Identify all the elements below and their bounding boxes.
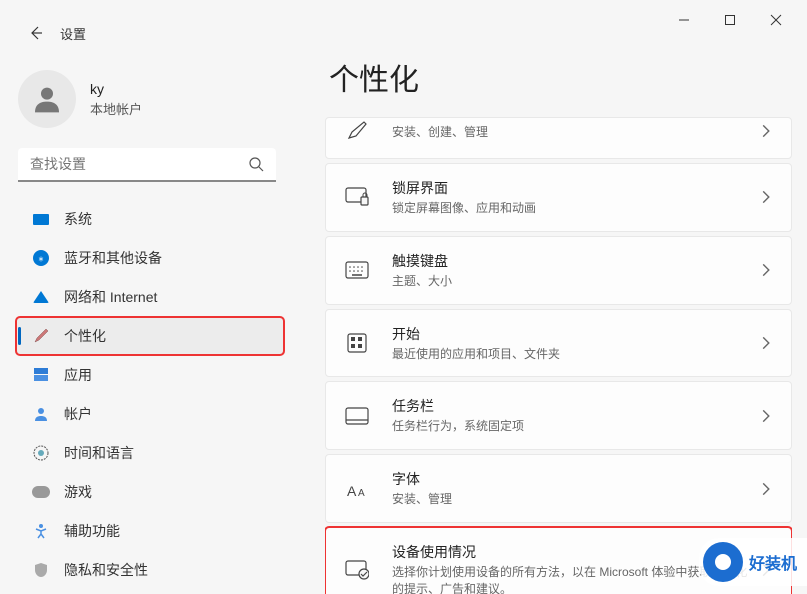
watermark-text: 好装机 (749, 550, 797, 574)
close-button[interactable] (753, 4, 799, 36)
taskbar-icon (344, 403, 370, 429)
start-icon (344, 330, 370, 356)
avatar (18, 70, 76, 128)
user-icon (32, 405, 50, 423)
apps-icon (32, 366, 50, 384)
card-taskbar[interactable]: 任务栏 任务栏行为，系统固定项 (325, 381, 792, 450)
card-fonts[interactable]: AA 字体 安装、管理 (325, 454, 792, 523)
card-desc: 主题、大小 (392, 273, 759, 290)
header: 设置 (0, 18, 86, 48)
watermark-badge (703, 542, 743, 582)
sidebar-item-time-language[interactable]: 时间和语言 (16, 434, 284, 472)
gamepad-icon (32, 483, 50, 501)
sidebar: ky 本地帐户 系统 ⁎ 蓝牙和其他设备 网络和 Internet 个性化 (10, 60, 290, 590)
card-desc: 任务栏行为，系统固定项 (392, 418, 759, 435)
card-start[interactable]: 开始 最近使用的应用和项目、文件夹 (325, 309, 792, 378)
maximize-button[interactable] (707, 4, 753, 36)
settings-cards: 安装、创建、管理 锁屏界面 锁定屏幕图像、应用和动画 触摸键盘 (325, 117, 792, 594)
card-title: 开始 (392, 324, 759, 344)
minimize-button[interactable] (661, 4, 707, 36)
sidebar-item-label: 帐户 (64, 404, 92, 424)
sidebar-item-gaming[interactable]: 游戏 (16, 473, 284, 511)
chevron-right-icon (759, 124, 773, 138)
sidebar-item-label: 辅助功能 (64, 521, 120, 541)
card-lockscreen[interactable]: 锁屏界面 锁定屏幕图像、应用和动画 (325, 163, 792, 232)
watermark: 好装机 (699, 538, 807, 586)
device-usage-icon (344, 557, 370, 583)
chevron-right-icon (759, 336, 773, 350)
search-box (18, 148, 276, 182)
sidebar-item-label: 网络和 Internet (64, 287, 157, 307)
chevron-right-icon (759, 409, 773, 423)
user-type: 本地帐户 (90, 99, 142, 118)
sidebar-item-label: 蓝牙和其他设备 (64, 248, 162, 268)
themes-icon (344, 118, 370, 144)
brush-icon (32, 327, 50, 345)
sidebar-item-personalization[interactable]: 个性化 (16, 317, 284, 355)
sidebar-item-label: 应用 (64, 365, 92, 385)
svg-text:A: A (358, 488, 365, 499)
clock-icon (32, 444, 50, 462)
svg-text:A: A (347, 483, 357, 499)
card-desc: 安装、创建、管理 (392, 124, 759, 141)
card-title: 触摸键盘 (392, 251, 759, 271)
sidebar-item-label: 系统 (64, 209, 92, 229)
search-icon (248, 156, 264, 172)
card-title: 锁屏界面 (392, 178, 759, 198)
card-desc: 锁定屏幕图像、应用和动画 (392, 200, 759, 217)
sidebar-item-label: 时间和语言 (64, 443, 134, 463)
nav-list: 系统 ⁎ 蓝牙和其他设备 网络和 Internet 个性化 应用 帐户 (10, 200, 290, 589)
fonts-icon: AA (344, 476, 370, 502)
system-icon (32, 210, 50, 228)
card-title: 任务栏 (392, 396, 759, 416)
user-section[interactable]: ky 本地帐户 (10, 60, 290, 148)
sidebar-item-bluetooth[interactable]: ⁎ 蓝牙和其他设备 (16, 239, 284, 277)
sidebar-item-accessibility[interactable]: 辅助功能 (16, 512, 284, 550)
card-title: 字体 (392, 469, 759, 489)
lockscreen-icon (344, 184, 370, 210)
sidebar-item-label: 隐私和安全性 (64, 560, 148, 580)
shield-icon (32, 561, 50, 579)
sidebar-item-apps[interactable]: 应用 (16, 356, 284, 394)
sidebar-item-accounts[interactable]: 帐户 (16, 395, 284, 433)
page-title: 个性化 (329, 55, 792, 99)
back-button[interactable] (18, 15, 54, 51)
card-desc: 安装、管理 (392, 491, 759, 508)
chevron-right-icon (759, 190, 773, 204)
titlebar (0, 0, 807, 40)
sidebar-item-privacy[interactable]: 隐私和安全性 (16, 551, 284, 589)
main-content: 个性化 安装、创建、管理 锁屏界面 锁定屏幕图像、应用和动画 (325, 55, 792, 594)
search-input[interactable] (18, 148, 276, 182)
chevron-right-icon (759, 482, 773, 496)
card-desc: 最近使用的应用和项目、文件夹 (392, 346, 759, 363)
keyboard-icon (344, 257, 370, 283)
user-name: ky (90, 81, 142, 97)
wifi-icon (32, 288, 50, 306)
card-touch-keyboard[interactable]: 触摸键盘 主题、大小 (325, 236, 792, 305)
user-info: ky 本地帐户 (90, 81, 142, 118)
bluetooth-icon: ⁎ (32, 249, 50, 267)
accessibility-icon (32, 522, 50, 540)
sidebar-item-label: 游戏 (64, 482, 92, 502)
chevron-right-icon (759, 263, 773, 277)
app-title: 设置 (60, 24, 86, 43)
card-themes[interactable]: 安装、创建、管理 (325, 117, 792, 159)
sidebar-item-network[interactable]: 网络和 Internet (16, 278, 284, 316)
sidebar-item-label: 个性化 (64, 326, 106, 346)
sidebar-item-system[interactable]: 系统 (16, 200, 284, 238)
